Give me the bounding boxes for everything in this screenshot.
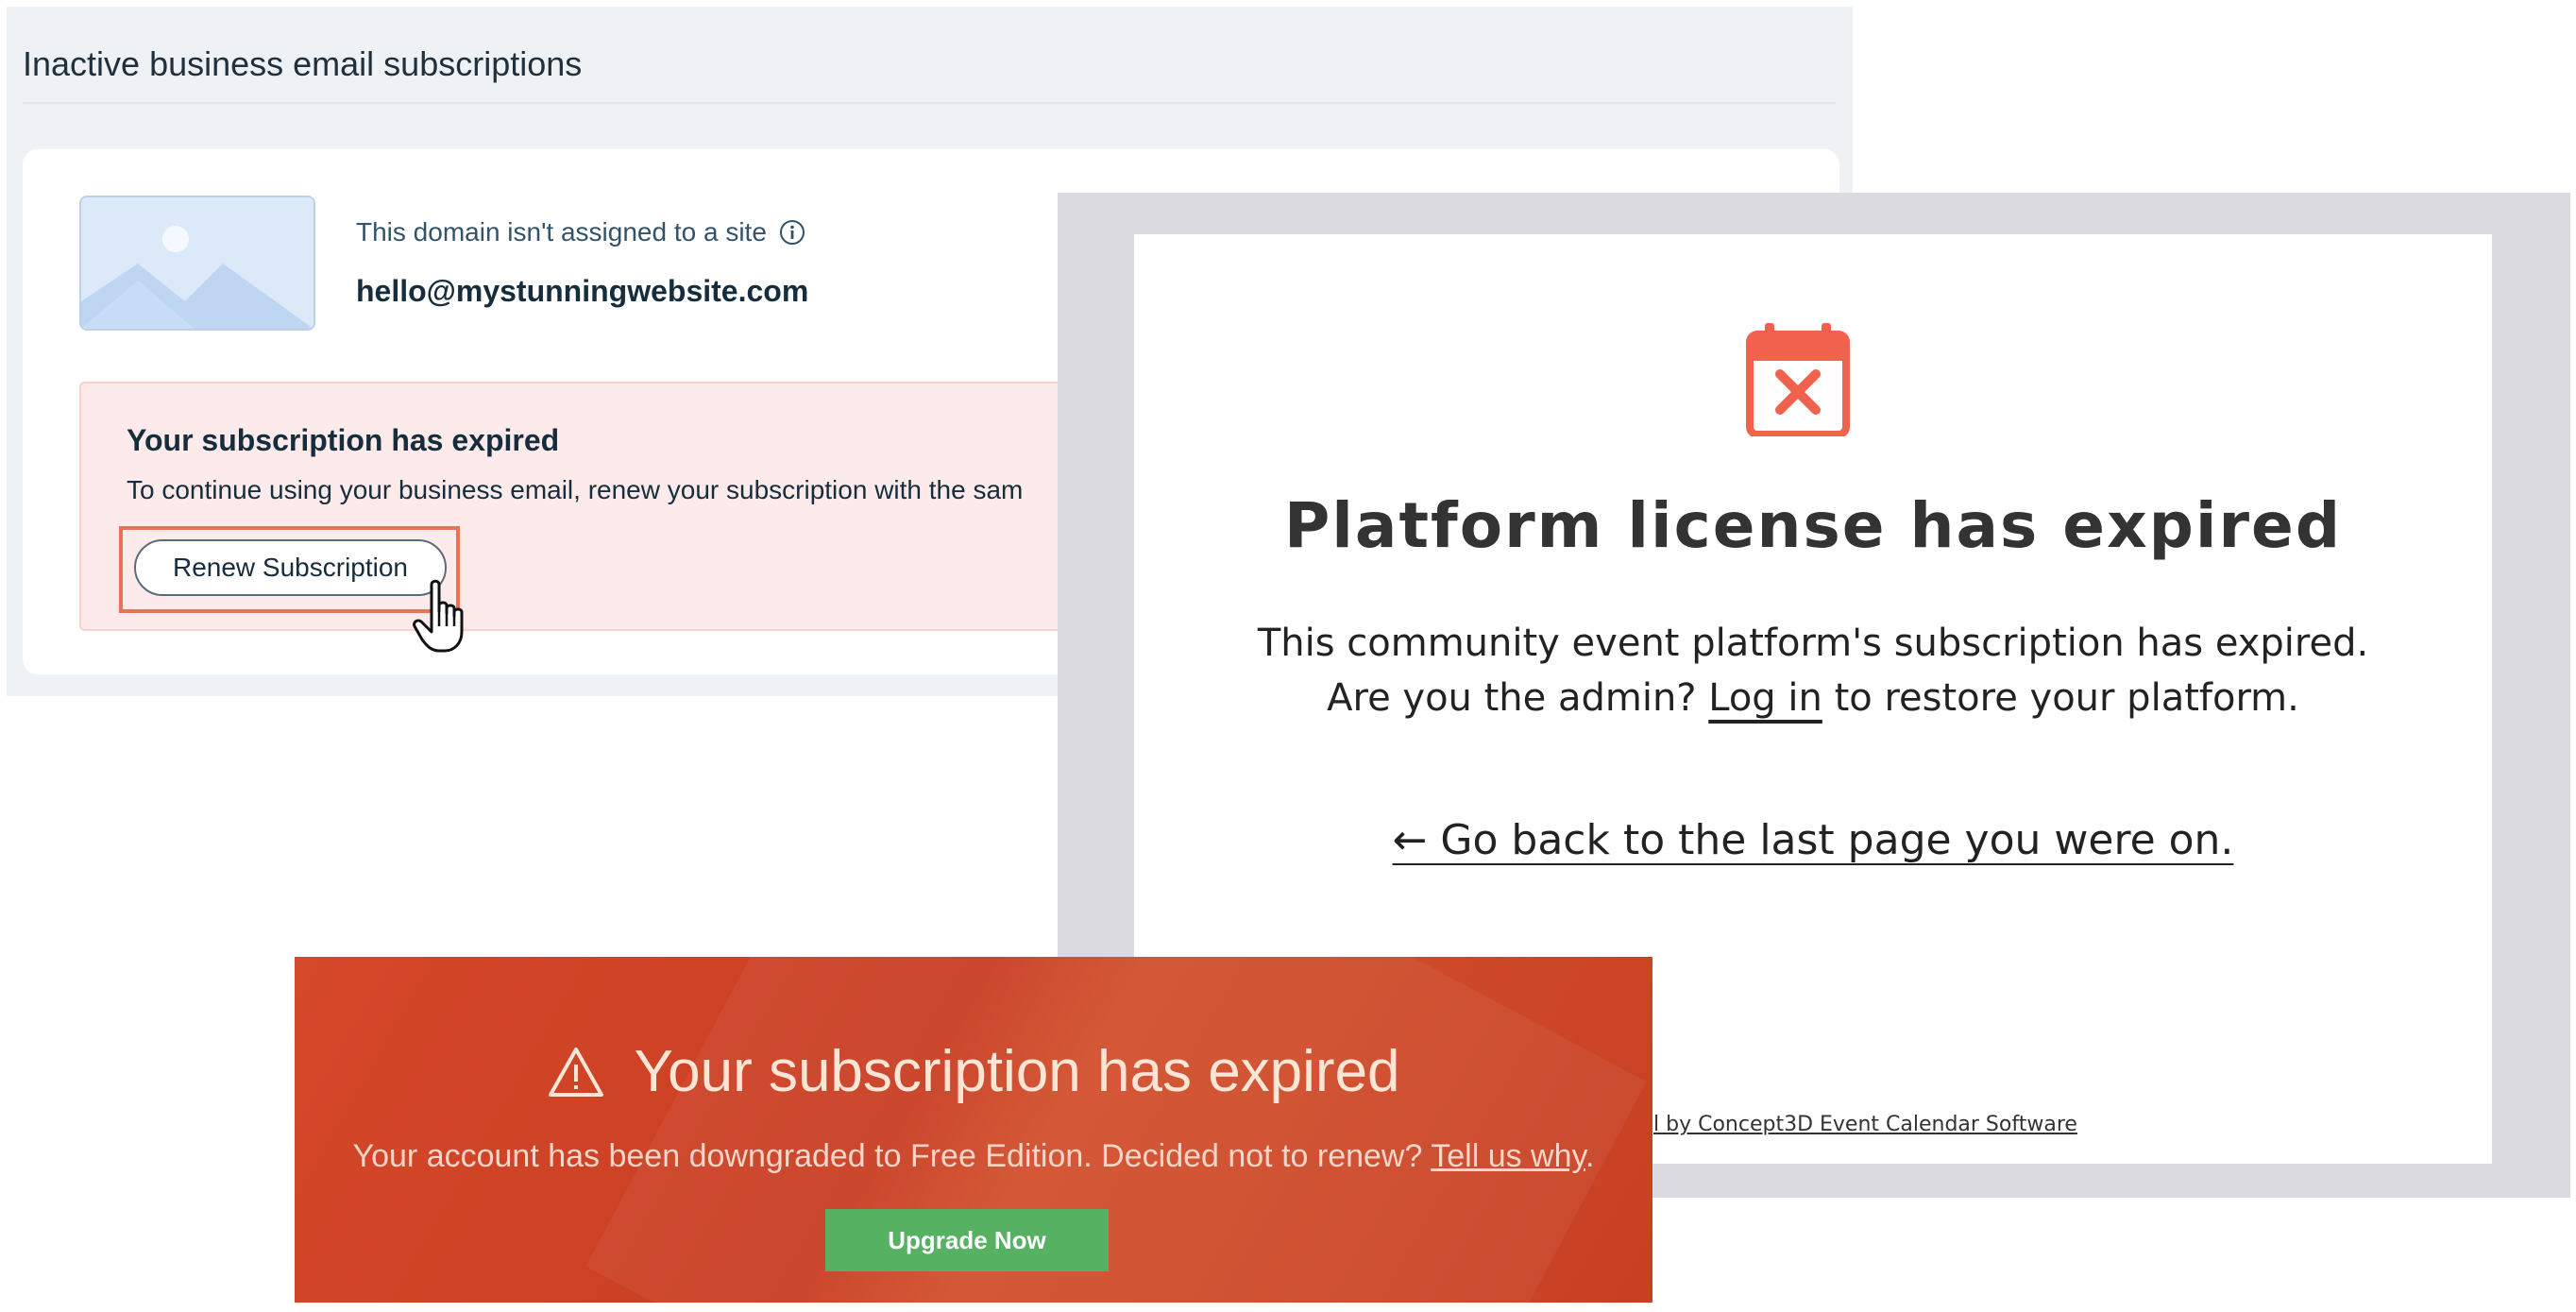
go-back-link[interactable]: ← Go back to the last page you were on. (1393, 816, 2234, 864)
hand-pointer-icon (411, 577, 477, 656)
email-address: hello@mystunningwebsite.com (356, 274, 809, 308)
banner-text-prefix: Your account has been downgraded to Free… (352, 1138, 1423, 1174)
subscription-expired-banner: Your subscription has expired Your accou… (295, 957, 1652, 1303)
domain-status: This domain isn't assigned to a site (356, 217, 806, 247)
calendar-x-icon (1746, 321, 1850, 438)
powered-by-link[interactable]: l by Concept3D Event Calendar Software (1653, 1113, 2077, 1136)
page-title: Inactive business email subscriptions (23, 44, 583, 83)
info-icon[interactable] (778, 218, 806, 247)
banner-title: Your subscription has expired (634, 1039, 1400, 1104)
banner-title-row: Your subscription has expired (295, 1038, 1652, 1105)
alert-text: To continue using your business email, r… (127, 475, 1024, 504)
banner-message: Your account has been downgraded to Free… (295, 1138, 1652, 1175)
log-in-link[interactable]: Log in (1708, 676, 1822, 720)
divider (23, 102, 1836, 104)
warning-triangle-icon (549, 1047, 604, 1097)
tell-us-why-link[interactable]: Tell us why (1431, 1138, 1585, 1174)
license-line-1: This community event platform's subscrip… (1257, 622, 2369, 665)
domain-status-text: This domain isn't assigned to a site (356, 217, 767, 247)
renew-subscription-button[interactable]: Renew Subscription (134, 539, 447, 596)
banner-text-suffix: . (1585, 1138, 1595, 1174)
upgrade-now-button[interactable]: Upgrade Now (825, 1209, 1109, 1271)
alert-title: Your subscription has expired (127, 423, 560, 457)
license-title: Platform license has expired (1283, 489, 2343, 562)
license-message: This community event platform's subscrip… (1134, 616, 2492, 725)
image-placeholder-icon (79, 196, 315, 331)
license-line-2: Are you the admin? Log in to restore you… (1134, 671, 2492, 725)
go-back-container: ← Go back to the last page you were on. (1134, 816, 2492, 864)
line2-suffix: to restore your platform. (1834, 676, 2299, 720)
line2-prefix: Are you the admin? (1327, 676, 1697, 720)
